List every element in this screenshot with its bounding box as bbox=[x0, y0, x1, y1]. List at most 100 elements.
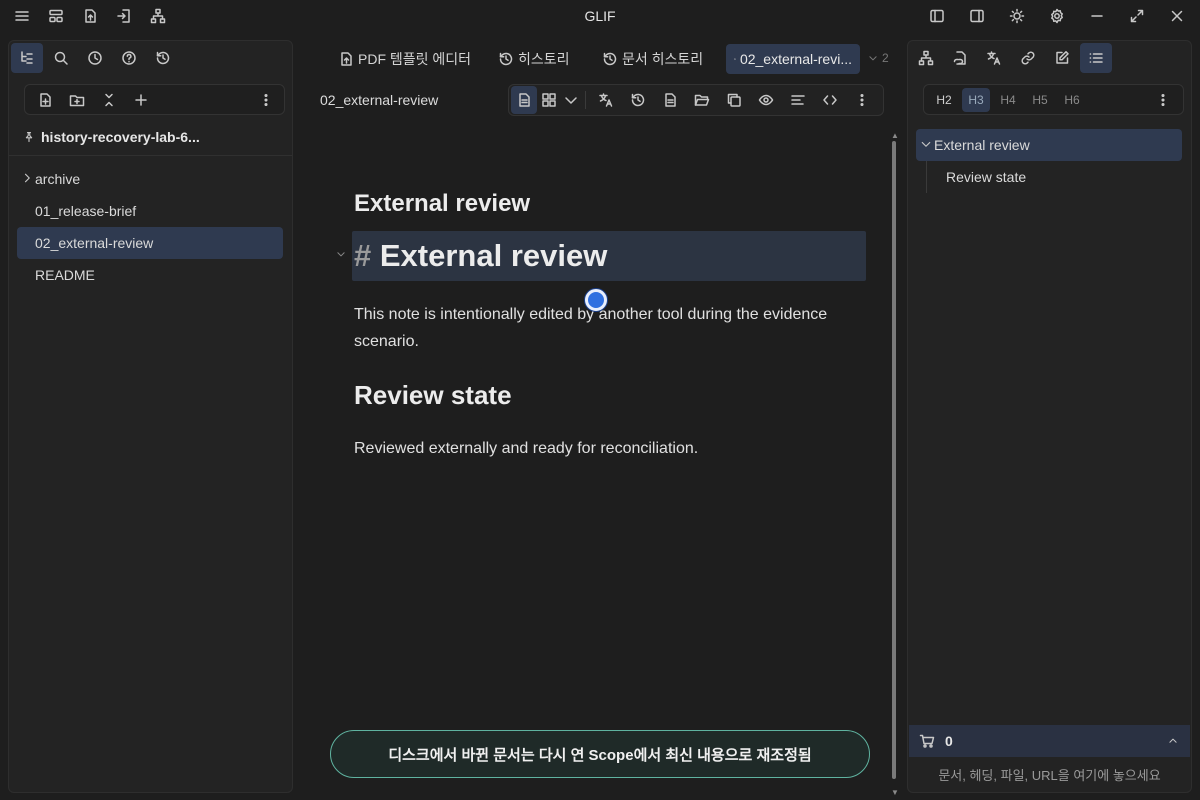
tab-label: 문서 히스토리 bbox=[622, 51, 704, 67]
right-sidebar: H2 H3 H4 H5 H6 External review Review st… bbox=[907, 40, 1192, 793]
heading-level-h5-button[interactable]: H5 bbox=[1026, 88, 1054, 112]
more-options-icon[interactable] bbox=[846, 86, 878, 114]
translate-tab[interactable] bbox=[978, 43, 1010, 73]
tree-item-archive[interactable]: archive bbox=[17, 163, 283, 195]
close-window-icon[interactable] bbox=[1160, 4, 1194, 28]
outline-tab[interactable] bbox=[1080, 43, 1112, 73]
outline-item-label: External review bbox=[934, 137, 1030, 153]
folder-open-icon[interactable] bbox=[686, 86, 718, 114]
vault-name-label: history-recovery-lab-6... bbox=[41, 129, 200, 145]
tab-label: 히스토리 bbox=[518, 51, 570, 67]
history-icon bbox=[499, 52, 513, 66]
heading-marker: # bbox=[354, 238, 372, 273]
new-note-icon[interactable] bbox=[33, 88, 57, 112]
tree-item-label: 02_external-review bbox=[35, 235, 154, 251]
toast-text: 디스크에서 바뀐 문서는 다시 연 Scope에서 최신 내용으로 재조정됨 bbox=[388, 746, 812, 764]
copy-icon[interactable] bbox=[718, 86, 750, 114]
eye-preview-icon[interactable] bbox=[750, 86, 782, 114]
outline-item-review-state[interactable]: Review state bbox=[916, 161, 1182, 193]
settings-gear-icon[interactable] bbox=[1040, 4, 1074, 28]
link-tab[interactable] bbox=[1012, 43, 1044, 73]
heading-1[interactable]: # External review bbox=[354, 238, 607, 274]
history-icon bbox=[603, 52, 617, 66]
editor-area: PDF 템플릿 에디터 히스토리 문서 히스토리 02_external-rev… bbox=[300, 40, 902, 800]
linked-file-tab[interactable] bbox=[944, 43, 976, 73]
tab-pdf-template-editor[interactable]: PDF 템플릿 에디터 bbox=[330, 44, 479, 74]
align-left-icon[interactable] bbox=[782, 86, 814, 114]
more-options-icon[interactable] bbox=[1149, 88, 1177, 112]
new-folder-icon[interactable] bbox=[65, 88, 89, 112]
tree-item-label: 01_release-brief bbox=[35, 203, 137, 219]
outline-item-external-review[interactable]: External review bbox=[916, 129, 1182, 161]
heading-2[interactable]: Review state bbox=[354, 380, 512, 411]
document-content[interactable]: External review # External review This n… bbox=[337, 190, 866, 457]
editor-scrollbar[interactable]: ▲ ▼ bbox=[890, 131, 899, 797]
collapse-all-icon[interactable] bbox=[97, 88, 121, 112]
scroll-down-arrow[interactable]: ▼ bbox=[891, 788, 899, 797]
code-icon[interactable] bbox=[814, 86, 846, 114]
scroll-thumb[interactable] bbox=[892, 141, 896, 779]
tab-label: 02_external-revi... bbox=[739, 51, 852, 67]
tree-item-label: archive bbox=[35, 171, 81, 187]
grid-view-icon[interactable] bbox=[537, 86, 561, 114]
outline-list: External review Review state bbox=[916, 129, 1182, 193]
view-title[interactable]: 02_external-review bbox=[320, 92, 438, 108]
tree-item-release-brief[interactable]: 01_release-brief bbox=[17, 195, 283, 227]
scroll-up-arrow[interactable]: ▲ bbox=[891, 131, 899, 140]
left-sidebar: history-recovery-lab-6... archive 01_rel… bbox=[8, 40, 293, 793]
view-actions-toolbar bbox=[508, 84, 884, 116]
tab-label: PDF 템플릿 에디터 bbox=[358, 51, 472, 67]
heading-level-h6-button[interactable]: H6 bbox=[1058, 88, 1086, 112]
translate-icon[interactable] bbox=[590, 86, 622, 114]
heading-1-text: External review bbox=[379, 238, 608, 273]
heading-level-h2-button[interactable]: H2 bbox=[930, 88, 958, 112]
chevron-down-icon[interactable] bbox=[561, 86, 581, 114]
file-text-icon[interactable] bbox=[654, 86, 686, 114]
tab-document-history[interactable]: 문서 히스토리 bbox=[594, 44, 711, 74]
title-bar: GLIF bbox=[0, 0, 1200, 32]
search-tab[interactable] bbox=[45, 43, 77, 73]
pin-icon bbox=[25, 131, 33, 143]
tree-item-label: README bbox=[35, 267, 95, 283]
toggle-left-sidebar-icon[interactable] bbox=[920, 4, 954, 28]
theme-sun-icon[interactable] bbox=[1000, 4, 1034, 28]
add-icon[interactable] bbox=[129, 88, 153, 112]
history-icon[interactable] bbox=[622, 86, 654, 114]
outline-toolbar: H2 H3 H4 H5 H6 bbox=[923, 84, 1184, 115]
chevron-right-icon bbox=[24, 173, 30, 183]
file-tree: archive 01_release-brief 02_external-rev… bbox=[17, 163, 283, 291]
tab-history[interactable]: 히스토리 bbox=[490, 44, 578, 74]
paragraph[interactable]: This note is intentionally edited by ano… bbox=[354, 301, 866, 355]
tab-overflow-indicator[interactable]: 2 bbox=[868, 51, 889, 65]
more-options-icon[interactable] bbox=[254, 88, 278, 112]
heading-level-h4-button[interactable]: H4 bbox=[994, 88, 1022, 112]
minimize-icon[interactable] bbox=[1080, 4, 1114, 28]
document-view-icon[interactable] bbox=[511, 86, 537, 114]
tree-item-external-review[interactable]: 02_external-review bbox=[17, 227, 283, 259]
paragraph[interactable]: Reviewed externally and ready for reconc… bbox=[354, 440, 698, 458]
heading-level-h3-button[interactable]: H3 bbox=[962, 87, 990, 112]
chevron-down-icon bbox=[921, 141, 931, 147]
inline-title[interactable]: External review bbox=[354, 190, 866, 218]
graph-tab[interactable] bbox=[910, 43, 942, 73]
fold-chevron-icon[interactable] bbox=[336, 249, 346, 259]
document-icon bbox=[734, 58, 736, 60]
view-header: 02_external-review bbox=[300, 82, 902, 118]
tree-item-readme[interactable]: README bbox=[17, 259, 283, 291]
vault-name[interactable]: history-recovery-lab-6... bbox=[23, 129, 200, 145]
chevron-up-icon[interactable] bbox=[1168, 736, 1178, 746]
history-tab[interactable] bbox=[147, 43, 179, 73]
toggle-right-sidebar-icon[interactable] bbox=[960, 4, 994, 28]
divider bbox=[585, 91, 586, 109]
basket-bar[interactable]: 0 bbox=[909, 725, 1190, 757]
tab-bar: PDF 템플릿 에디터 히스토리 문서 히스토리 02_external-rev… bbox=[300, 42, 902, 74]
drop-zone[interactable]: 문서, 헤딩, 파일, URL을 여기에 놓으세요 bbox=[908, 765, 1191, 784]
pdf-file-icon bbox=[341, 52, 352, 66]
recent-clock-tab[interactable] bbox=[79, 43, 111, 73]
edit-tab[interactable] bbox=[1046, 43, 1078, 73]
maximize-icon[interactable] bbox=[1120, 4, 1154, 28]
file-explorer-tab[interactable] bbox=[11, 43, 43, 73]
tab-external-review[interactable]: 02_external-revi... bbox=[726, 44, 860, 74]
chevron-down-icon bbox=[869, 56, 877, 61]
help-tab[interactable] bbox=[113, 43, 145, 73]
